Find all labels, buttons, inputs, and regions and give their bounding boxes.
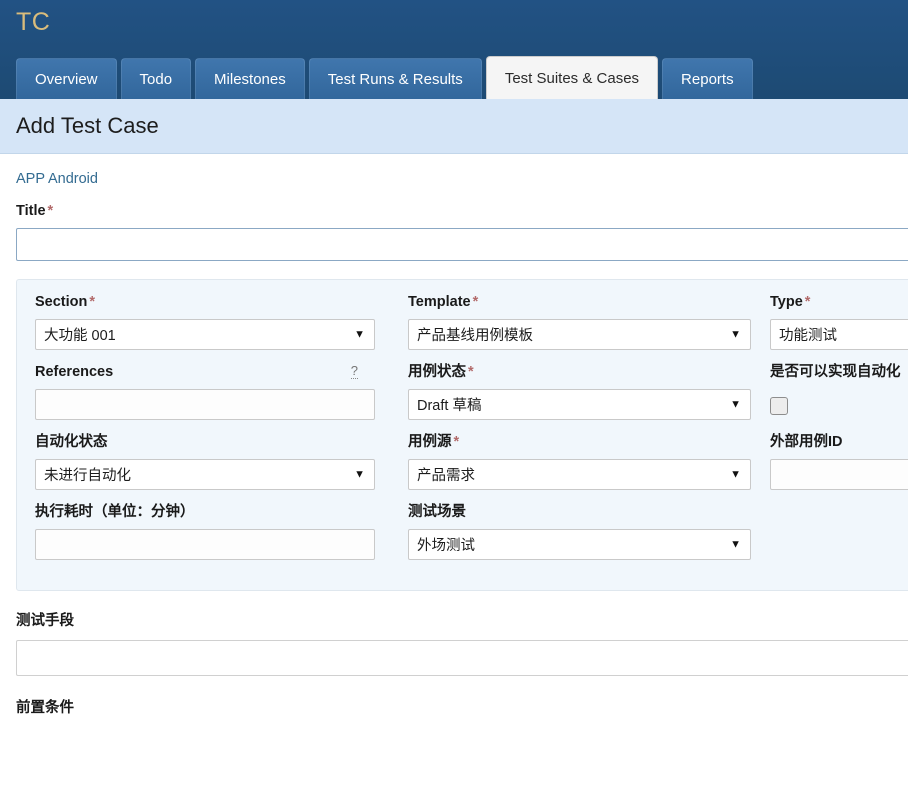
field-template: Template * 产品基线用例模板 ▼ xyxy=(408,294,752,351)
case-status-label: 用例状态 * xyxy=(408,364,474,381)
execution-duration-label: 执行耗时（单位：分钟） xyxy=(35,504,195,521)
label-text: 用例源 xyxy=(408,434,452,451)
top-navigation-bar: TC Overview Todo Milestones Test Runs & … xyxy=(0,0,908,99)
field-external-case-id: 外部用例ID xyxy=(770,434,908,491)
preconditions-label: 前置条件 xyxy=(16,699,74,716)
field-execution-duration: 执行耗时（单位：分钟） xyxy=(35,504,390,561)
field-automatable: 是否可以实现自动化 xyxy=(770,364,908,420)
test-scenario-value: 外场测试 xyxy=(417,538,475,555)
form-columns: Section * 大功能 001 ▼ References ? 自动化状态 未… xyxy=(17,294,908,574)
tab-label: Milestones xyxy=(214,70,286,88)
automation-status-select[interactable]: 未进行自动化 ▼ xyxy=(35,459,375,491)
case-status-select[interactable]: Draft 草稿 ▼ xyxy=(408,389,751,421)
required-asterisk: * xyxy=(804,294,811,311)
section-select-value: 大功能 001 xyxy=(44,328,116,345)
field-section: Section * 大功能 001 ▼ xyxy=(35,294,390,351)
required-asterisk: * xyxy=(89,294,96,311)
form-column-right: Type* 功能测试 ▼ 是否可以实现自动化 xyxy=(752,294,908,574)
below-fields: 测试手段 前置条件 xyxy=(0,591,908,717)
field-spacer xyxy=(16,676,908,700)
tab-test-suites-cases[interactable]: Test Suites & Cases xyxy=(485,56,659,99)
test-case-attributes-panel: Section * 大功能 001 ▼ References ? 自动化状态 未… xyxy=(16,279,908,592)
type-select[interactable]: 功能测试 ▼ xyxy=(770,319,908,351)
label-text: Section xyxy=(35,294,88,311)
field-test-scenario: 测试场景 外场测试 ▼ xyxy=(408,504,752,561)
case-source-label: 用例源 * xyxy=(408,434,459,451)
tab-label: Reports xyxy=(681,70,734,88)
case-source-value: 产品需求 xyxy=(417,468,475,485)
title-field-label: Title * xyxy=(16,203,908,220)
section-select[interactable]: 大功能 001 ▼ xyxy=(35,319,375,351)
tab-reports[interactable]: Reports xyxy=(662,58,753,99)
case-source-select[interactable]: 产品需求 ▼ xyxy=(408,459,751,491)
automation-status-value: 未进行自动化 xyxy=(44,468,131,485)
label-text: 外部用例ID xyxy=(770,434,843,451)
test-method-label: 测试手段 xyxy=(16,613,74,630)
type-label: Type * xyxy=(770,294,810,311)
required-asterisk: * xyxy=(472,294,479,311)
page-content: APP Android Title * Section * 大功能 001 ▼ … xyxy=(0,154,908,718)
field-case-source: 用例源 * 产品需求 ▼ xyxy=(408,434,752,491)
help-icon[interactable]: ? xyxy=(350,364,358,380)
automation-status-label: 自动化状态 xyxy=(35,434,108,451)
type-select-value: 功能测试 xyxy=(779,328,837,345)
required-asterisk: * xyxy=(47,203,54,219)
field-test-method: 测试手段 xyxy=(16,613,908,676)
section-label: Section * xyxy=(35,294,95,311)
chevron-down-icon: ▼ xyxy=(354,328,365,341)
tab-label: Test Suites & Cases xyxy=(504,69,640,87)
required-asterisk: * xyxy=(453,434,460,451)
label-text: 是否可以实现自动化 xyxy=(770,364,901,381)
app-logo[interactable]: TC xyxy=(16,6,50,38)
field-preconditions: 前置条件 xyxy=(16,700,908,717)
chevron-down-icon: ▼ xyxy=(730,468,741,481)
form-column-left: Section * 大功能 001 ▼ References ? 自动化状态 未… xyxy=(17,294,390,574)
tab-label: Test Runs & Results xyxy=(327,70,463,88)
label-text: References xyxy=(35,364,114,381)
label-text: Template xyxy=(408,294,471,311)
tab-milestones[interactable]: Milestones xyxy=(195,58,305,99)
test-scenario-label: 测试场景 xyxy=(408,504,466,521)
chevron-down-icon: ▼ xyxy=(730,538,741,551)
template-select[interactable]: 产品基线用例模板 ▼ xyxy=(408,319,751,351)
form-column-middle: Template * 产品基线用例模板 ▼ 用例状态 * Draft 草稿 ▼ … xyxy=(390,294,752,574)
label-text: 测试场景 xyxy=(408,504,466,521)
template-select-value: 产品基线用例模板 xyxy=(417,328,533,345)
references-label: References xyxy=(35,364,113,381)
title-field-group: Title * xyxy=(0,187,908,262)
main-tab-strip: Overview Todo Milestones Test Runs & Res… xyxy=(16,56,753,99)
tab-label: Todo xyxy=(139,70,173,88)
label-text: 自动化状态 xyxy=(35,434,108,451)
automatable-label: 是否可以实现自动化 xyxy=(770,364,901,381)
tab-overview[interactable]: Overview xyxy=(16,58,117,99)
execution-duration-input[interactable] xyxy=(35,529,375,561)
page-header: Add Test Case xyxy=(0,99,908,154)
field-references: References ? xyxy=(35,364,390,421)
label-text: 执行耗时（单位：分钟） xyxy=(35,504,195,521)
chevron-down-icon: ▼ xyxy=(730,398,741,411)
breadcrumb-app-android[interactable]: APP Android xyxy=(0,154,908,187)
chevron-down-icon: ▼ xyxy=(730,328,741,341)
tab-test-runs-results[interactable]: Test Runs & Results xyxy=(308,58,482,99)
automatable-checkbox[interactable] xyxy=(770,396,788,415)
required-asterisk: * xyxy=(468,364,474,381)
label-text: Title xyxy=(16,203,46,219)
references-input[interactable] xyxy=(35,389,375,421)
external-case-id-label: 外部用例ID xyxy=(770,434,843,451)
test-scenario-select[interactable]: 外场测试 ▼ xyxy=(408,529,751,561)
label-text: Type xyxy=(770,294,803,311)
chevron-down-icon: ▼ xyxy=(354,468,365,481)
title-input[interactable] xyxy=(16,228,908,262)
label-text: 用例状态 xyxy=(408,364,466,381)
case-status-value: Draft 草稿 xyxy=(417,398,482,415)
template-label: Template * xyxy=(408,294,478,311)
field-case-status: 用例状态 * Draft 草稿 ▼ xyxy=(408,364,752,421)
test-method-input[interactable] xyxy=(16,639,908,676)
tab-label: Overview xyxy=(35,70,98,88)
field-type: Type* 功能测试 ▼ xyxy=(770,294,908,351)
field-automation-status: 自动化状态 未进行自动化 ▼ xyxy=(35,434,390,491)
tab-todo[interactable]: Todo xyxy=(120,58,192,99)
page-title: Add Test Case xyxy=(16,113,159,138)
external-case-id-input[interactable] xyxy=(770,459,908,491)
